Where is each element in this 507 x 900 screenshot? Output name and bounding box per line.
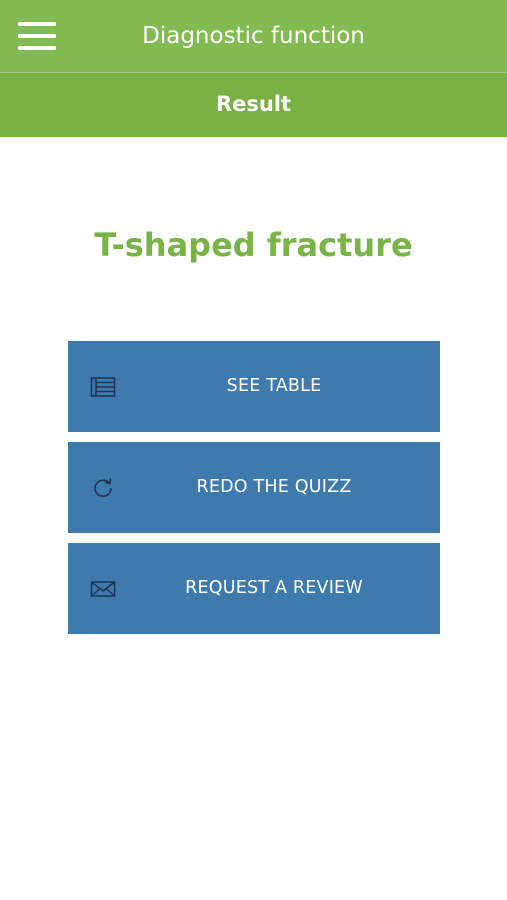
- app-title: Diagnostic function: [142, 23, 365, 49]
- redo-quizz-label: REDO THE QUIZZ: [196, 477, 352, 497]
- request-review-label: REQUEST A REVIEW: [185, 578, 363, 598]
- see-table-button[interactable]: SEE TABLE: [68, 341, 440, 432]
- redo-quizz-button[interactable]: REDO THE QUIZZ: [68, 442, 440, 533]
- request-review-button[interactable]: REQUEST A REVIEW: [68, 543, 440, 634]
- result-header: Result: [0, 73, 507, 137]
- app-header: Diagnostic function: [0, 0, 507, 73]
- hamburger-menu-icon[interactable]: [18, 22, 56, 52]
- see-table-label: SEE TABLE: [226, 376, 322, 396]
- diagnosis-title: T-shaped fracture: [94, 226, 413, 264]
- result-header-title: Result: [215, 92, 292, 116]
